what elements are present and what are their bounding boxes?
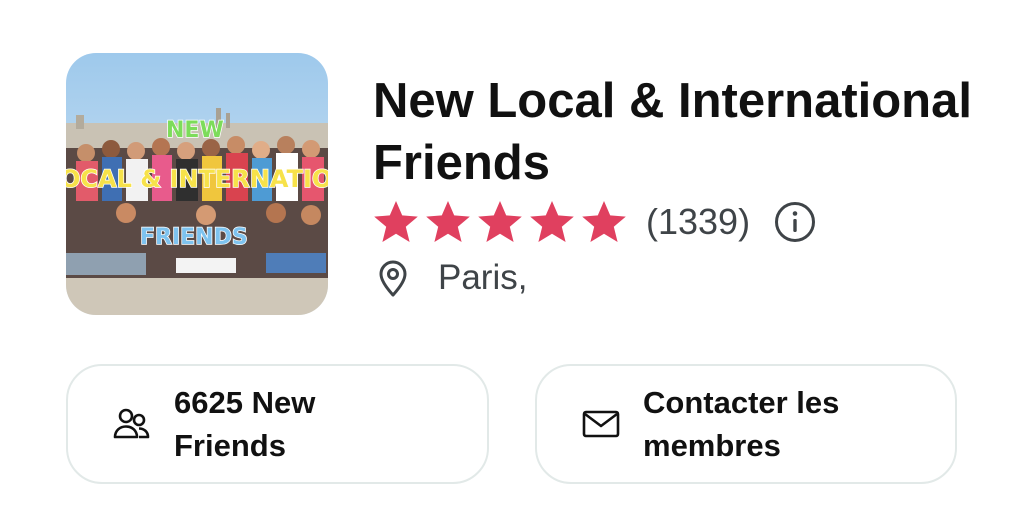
contact-members-label: Contacter les membres bbox=[643, 385, 840, 463]
group-photo-image: NEW OCAL & INTERNATIONAL FRIENDS bbox=[66, 53, 328, 315]
rating-count[interactable]: (1339) bbox=[646, 201, 750, 243]
map-pin-icon bbox=[379, 260, 407, 297]
star-icon bbox=[374, 201, 418, 242]
star-icon bbox=[426, 201, 470, 242]
info-circle-icon[interactable] bbox=[774, 201, 816, 243]
svg-text:NEW: NEW bbox=[166, 118, 224, 143]
star-rating bbox=[372, 198, 628, 246]
members-card[interactable]: 6625 New Friends bbox=[66, 364, 489, 484]
group-title: New Local & International Friends bbox=[373, 74, 972, 190]
location-row: Paris, bbox=[374, 255, 527, 301]
svg-text:FRIENDS: FRIENDS bbox=[140, 225, 248, 250]
star-icon bbox=[530, 201, 574, 242]
envelope-icon bbox=[582, 410, 620, 438]
star-icon bbox=[582, 201, 626, 242]
location-text: Paris, bbox=[438, 258, 528, 297]
members-count-label: 6625 New Friends bbox=[174, 385, 316, 463]
group-photo[interactable]: NEW OCAL & INTERNATIONAL FRIENDS bbox=[66, 53, 328, 315]
users-icon bbox=[113, 408, 150, 439]
contact-members-button[interactable]: Contacter les membres bbox=[535, 364, 957, 484]
svg-text:OCAL & INTERNATIONAL: OCAL & INTERNATIONAL bbox=[66, 165, 328, 193]
star-icon bbox=[478, 201, 522, 242]
rating-row: (1339) bbox=[372, 196, 816, 248]
